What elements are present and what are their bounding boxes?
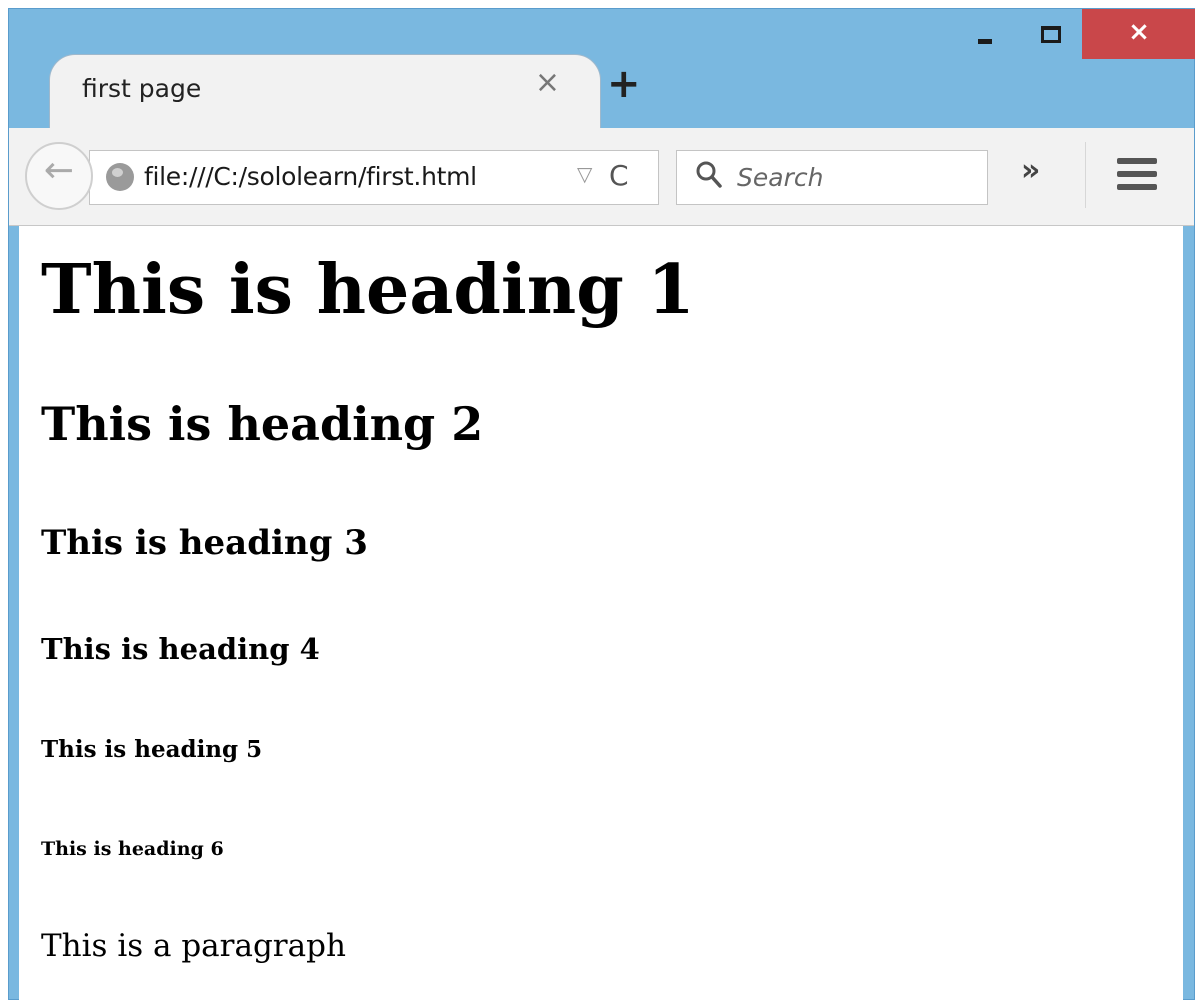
dropdown-icon[interactable]: ▽	[577, 162, 592, 186]
heading-1: This is heading 1	[41, 250, 695, 330]
tab-title: first page	[82, 74, 202, 103]
maximize-button[interactable]	[1019, 9, 1079, 61]
minimize-button[interactable]	[961, 9, 1009, 61]
navigation-toolbar: file:///C:/sololearn/first.html ▽ C ← Se…	[9, 128, 1194, 226]
browser-window: × first page × + file:///C:/sololearn/fi…	[8, 8, 1195, 1001]
search-input[interactable]: Search	[676, 150, 988, 205]
page-content: This is heading 1 This is heading 2 This…	[19, 226, 1183, 1001]
heading-3: This is heading 3	[41, 523, 368, 563]
back-button[interactable]: ←	[25, 142, 93, 210]
close-icon: ×	[1128, 17, 1150, 47]
hamburger-menu-icon[interactable]	[1117, 158, 1161, 194]
paragraph: This is a paragraph	[41, 928, 346, 964]
close-window-button[interactable]: ×	[1082, 9, 1195, 59]
search-placeholder: Search	[737, 163, 824, 192]
back-icon: ←	[43, 150, 75, 191]
globe-icon	[106, 163, 134, 191]
tab-close-icon[interactable]: ×	[535, 68, 560, 98]
heading-2: This is heading 2	[41, 397, 484, 451]
search-icon	[696, 161, 722, 188]
heading-5: This is heading 5	[41, 736, 263, 763]
heading-4: This is heading 4	[41, 632, 320, 666]
reload-icon[interactable]: C	[609, 159, 629, 192]
toolbar-divider	[1085, 142, 1086, 208]
tab-first-page[interactable]: first page ×	[49, 54, 601, 129]
heading-6: This is heading 6	[41, 838, 224, 860]
overflow-icon[interactable]: »	[1021, 156, 1040, 186]
new-tab-button[interactable]: +	[607, 64, 641, 104]
address-bar[interactable]: file:///C:/sololearn/first.html ▽ C	[89, 150, 659, 205]
url-text[interactable]: file:///C:/sololearn/first.html	[144, 162, 477, 191]
